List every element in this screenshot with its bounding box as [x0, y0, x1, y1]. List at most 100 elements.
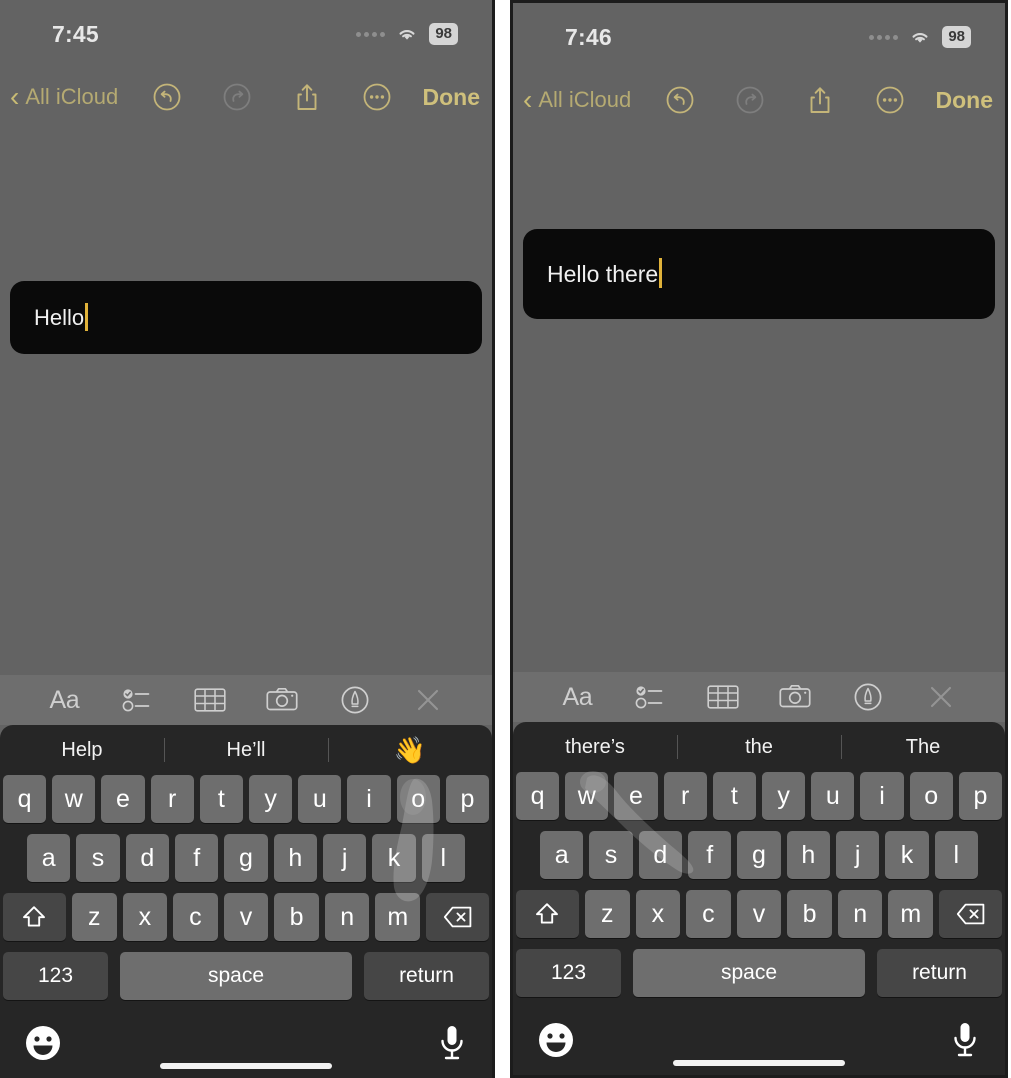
back-button-all-icloud[interactable]: ‹ All iCloud [523, 86, 641, 114]
markup-pen-icon[interactable] [847, 680, 889, 714]
key-o[interactable]: o [396, 775, 440, 823]
checklist-icon[interactable] [116, 683, 158, 717]
note-text-block[interactable]: Hello there [523, 229, 995, 319]
more-ellipsis-icon[interactable] [360, 80, 394, 114]
key-h[interactable]: h [786, 831, 830, 879]
table-icon[interactable] [702, 680, 744, 714]
key-r[interactable]: r [150, 775, 194, 823]
key-v[interactable]: v [223, 893, 269, 941]
key-w[interactable]: w [52, 775, 96, 823]
key-y[interactable]: y [762, 772, 806, 820]
emoji-smiley-icon[interactable] [537, 1021, 575, 1064]
keyboard-bottom-bar [513, 1013, 1005, 1075]
suggestion-item[interactable]: the [677, 732, 841, 762]
microphone-icon[interactable] [436, 1024, 468, 1069]
key-a[interactable]: a [27, 834, 71, 882]
key-i[interactable]: i [347, 775, 391, 823]
shift-icon[interactable] [2, 893, 66, 941]
markup-pen-icon[interactable] [334, 683, 376, 717]
key-s[interactable]: s [76, 834, 120, 882]
predictive-suggestion-bar: there’s the The [513, 722, 1005, 772]
key-d[interactable]: d [125, 834, 169, 882]
suggestion-item[interactable]: The [841, 732, 1005, 762]
key-g[interactable]: g [224, 834, 268, 882]
more-ellipsis-icon[interactable] [873, 83, 907, 117]
key-b[interactable]: b [274, 893, 319, 941]
key-m[interactable]: m [375, 893, 421, 941]
return-key[interactable]: return [364, 952, 489, 1000]
key-m[interactable]: m [888, 890, 934, 938]
key-o[interactable]: o [909, 772, 953, 820]
space-key[interactable]: space [120, 952, 352, 1000]
key-d[interactable]: d [638, 831, 682, 879]
checklist-icon[interactable] [629, 680, 671, 714]
suggestion-item-emoji[interactable]: 👋 [328, 735, 492, 765]
key-h[interactable]: h [273, 834, 317, 882]
key-w[interactable]: w [565, 772, 609, 820]
key-j[interactable]: j [835, 831, 880, 879]
key-k[interactable]: k [885, 831, 929, 879]
share-icon[interactable] [290, 80, 324, 114]
key-l[interactable]: l [934, 831, 978, 879]
note-body[interactable]: Hello there [513, 129, 1005, 672]
space-key[interactable]: space [633, 949, 865, 997]
key-r[interactable]: r [663, 772, 707, 820]
key-p[interactable]: p [958, 772, 1003, 820]
key-f[interactable]: f [175, 834, 219, 882]
share-icon[interactable] [803, 83, 837, 117]
suggestion-item[interactable]: Help [0, 735, 164, 765]
microphone-icon[interactable] [949, 1021, 981, 1066]
done-button[interactable]: Done [930, 87, 994, 114]
key-c[interactable]: c [173, 893, 218, 941]
camera-icon[interactable] [774, 680, 816, 714]
done-button[interactable]: Done [417, 84, 481, 111]
delete-backspace-icon[interactable] [426, 893, 490, 941]
numbers-key[interactable]: 123 [3, 952, 108, 1000]
back-button-all-icloud[interactable]: ‹ All iCloud [10, 83, 128, 111]
key-i[interactable]: i [860, 772, 904, 820]
undo-icon[interactable] [150, 80, 184, 114]
key-v[interactable]: v [736, 890, 782, 938]
shift-icon[interactable] [515, 890, 579, 938]
key-q[interactable]: q [2, 775, 47, 823]
key-z[interactable]: z [584, 890, 630, 938]
numbers-key[interactable]: 123 [516, 949, 621, 997]
key-x[interactable]: x [635, 890, 681, 938]
key-g[interactable]: g [737, 831, 781, 879]
key-e[interactable]: e [101, 775, 145, 823]
key-x[interactable]: x [122, 893, 168, 941]
key-s[interactable]: s [589, 831, 633, 879]
key-b[interactable]: b [787, 890, 832, 938]
key-j[interactable]: j [322, 834, 367, 882]
note-text-block[interactable]: Hello [10, 281, 482, 354]
text-format-icon[interactable]: Aa [556, 680, 598, 714]
close-icon[interactable] [407, 683, 449, 717]
key-k[interactable]: k [372, 834, 416, 882]
text-format-icon[interactable]: Aa [43, 683, 85, 717]
emoji-smiley-icon[interactable] [24, 1024, 62, 1067]
key-n[interactable]: n [837, 890, 883, 938]
key-f[interactable]: f [688, 831, 732, 879]
suggestion-item[interactable]: He’ll [164, 735, 328, 765]
key-a[interactable]: a [540, 831, 584, 879]
undo-icon[interactable] [663, 83, 697, 117]
key-t[interactable]: t [199, 775, 243, 823]
key-l[interactable]: l [421, 834, 465, 882]
return-key[interactable]: return [877, 949, 1002, 997]
key-c[interactable]: c [686, 890, 731, 938]
key-p[interactable]: p [445, 775, 490, 823]
key-n[interactable]: n [324, 893, 370, 941]
key-z[interactable]: z [71, 893, 117, 941]
table-icon[interactable] [189, 683, 231, 717]
key-t[interactable]: t [712, 772, 756, 820]
camera-icon[interactable] [261, 683, 303, 717]
key-y[interactable]: y [249, 775, 293, 823]
suggestion-item[interactable]: there’s [513, 732, 677, 762]
delete-backspace-icon[interactable] [939, 890, 1003, 938]
key-e[interactable]: e [614, 772, 658, 820]
key-u[interactable]: u [298, 775, 342, 823]
key-u[interactable]: u [811, 772, 855, 820]
key-q[interactable]: q [515, 772, 560, 820]
note-body[interactable]: Hello [0, 126, 492, 675]
close-icon[interactable] [920, 680, 962, 714]
